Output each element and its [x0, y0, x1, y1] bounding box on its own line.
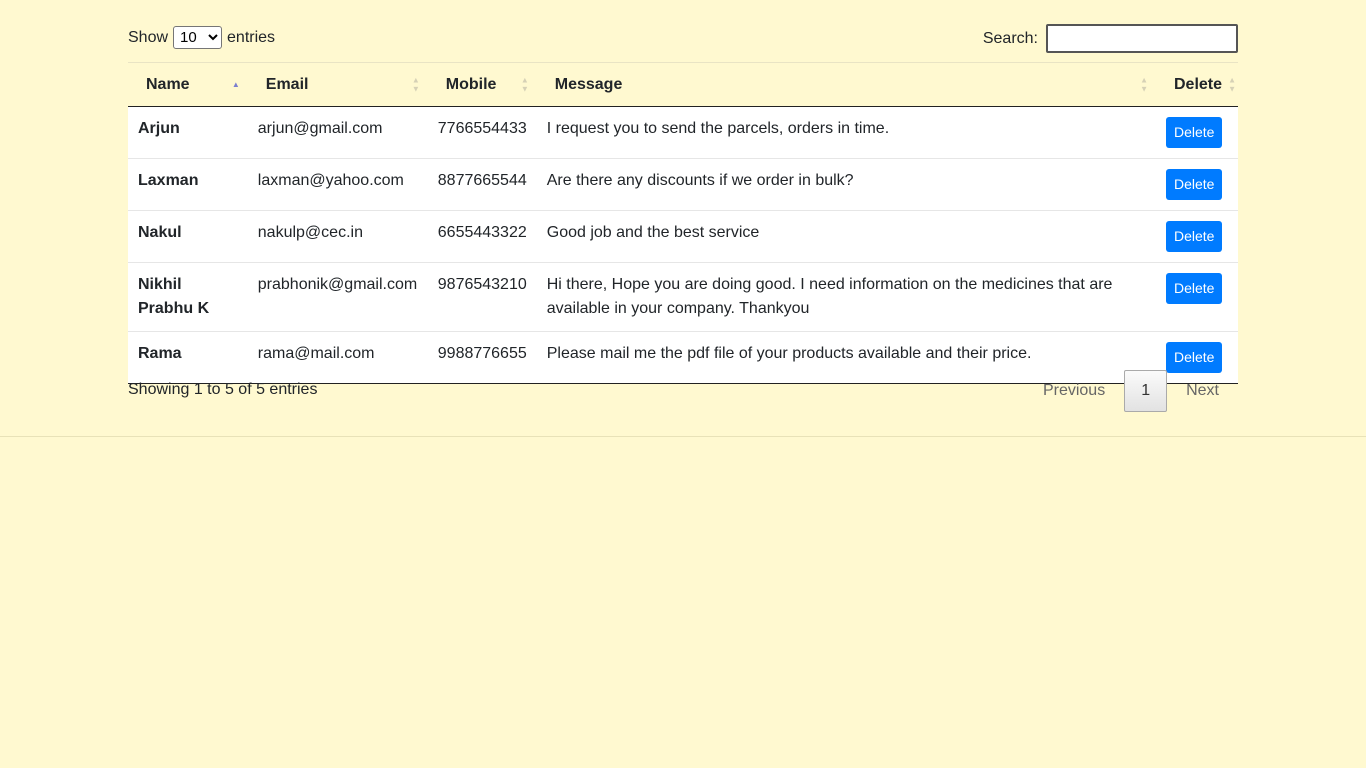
cell-message: I request you to send the parcels, order…: [546, 120, 890, 137]
column-header-mobile[interactable]: Mobile ▲ ▼: [427, 62, 537, 107]
delete-button[interactable]: Delete: [1166, 273, 1223, 304]
cell-name: Laxman: [128, 158, 248, 211]
cell-message: Hi there, Hope you are doing good. I nee…: [536, 262, 1156, 332]
sort-asc-icon: ▲: [231, 79, 240, 89]
entries-length-control: Show 10 entries: [128, 26, 275, 49]
delete-button[interactable]: Delete: [1166, 169, 1223, 200]
search-control: Search:: [983, 24, 1238, 53]
cell-email: laxman@yahoo.com: [247, 158, 428, 211]
cell-action: Delete: [1156, 262, 1238, 332]
contacts-table: Name ▲ Email ▲ ▼ Mobile ▲ ▼ Message ▲ ▼ Del…: [128, 62, 1238, 384]
cell-mobile: 9876543210: [427, 262, 537, 332]
table-header-row: Name ▲ Email ▲ ▼ Mobile ▲ ▼ Message ▲ ▼ Del…: [128, 62, 1238, 107]
search-input[interactable]: [1046, 24, 1238, 53]
table-row: Laxman laxman@yahoo.com 8877665544 Are t…: [128, 158, 1238, 211]
cell-mobile: 7766554433: [437, 120, 527, 137]
cell-action: Delete: [1156, 107, 1238, 159]
cell-message: Good job and the best service: [536, 210, 1156, 263]
entries-label: entries: [227, 28, 276, 46]
cell-name: Nikhil Prabhu K: [128, 262, 248, 332]
cell-email: prabhonik@gmail.com: [247, 262, 428, 332]
entries-info: Showing 1 to 5 of 5 entries: [128, 381, 318, 398]
cell-name: Nakul: [128, 210, 248, 263]
cell-action: Delete: [1156, 210, 1238, 263]
sort-icon: ▲ ▼: [1228, 75, 1236, 93]
sort-icon: ▲ ▼: [520, 75, 529, 93]
previous-button[interactable]: Previous: [1024, 370, 1124, 412]
column-header-email[interactable]: Email ▲ ▼: [247, 62, 428, 107]
sort-icon: ▲ ▼: [1140, 75, 1148, 93]
delete-button[interactable]: Delete: [1166, 117, 1223, 148]
table-footer: Showing 1 to 5 of 5 entries Previous 1 N…: [128, 370, 1238, 412]
delete-button[interactable]: Delete: [1166, 221, 1223, 252]
cell-mobile: 8877665544: [427, 158, 537, 211]
column-header-message[interactable]: Message ▲ ▼: [536, 62, 1156, 107]
table-row: Nakul nakulp@cec.in 6655443322 Good job …: [128, 210, 1238, 263]
next-button[interactable]: Next: [1167, 370, 1238, 412]
cell-email: arjun@gmail.com: [257, 120, 383, 137]
search-label: Search:: [982, 29, 1038, 47]
entries-select[interactable]: 10: [173, 26, 223, 49]
cell-name: Arjun: [138, 120, 180, 137]
pagination: Previous 1 Next: [1024, 370, 1238, 412]
table-row: Nikhil Prabhu K prabhonik@gmail.com 9876…: [128, 262, 1238, 332]
table-toolbar: Show 10 entries Search:: [128, 24, 1238, 54]
column-header-name[interactable]: Name ▲: [128, 62, 248, 107]
page-button-current[interactable]: 1: [1124, 370, 1168, 412]
cell-mobile: 6655443322: [427, 210, 537, 263]
show-label: Show: [128, 28, 169, 46]
cell-action: Delete: [1156, 158, 1238, 211]
cell-email: nakulp@cec.in: [247, 210, 428, 263]
delete-button[interactable]: Delete: [1166, 342, 1223, 373]
cell-message: Are there any discounts if we order in b…: [536, 158, 1156, 211]
page-divider: [0, 436, 1366, 437]
sort-icon: ▲ ▼: [411, 75, 420, 93]
table-row: Arjun arjun@gmail.com 7766554433 I reque…: [128, 106, 1238, 159]
column-header-delete[interactable]: Delete ▲ ▼: [1156, 62, 1238, 107]
